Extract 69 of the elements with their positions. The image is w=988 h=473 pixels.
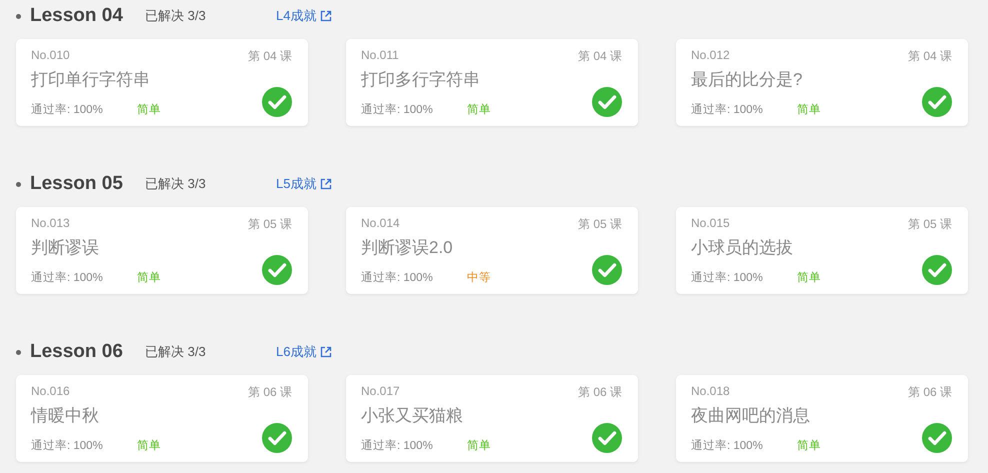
difficulty-tag: 简单	[797, 438, 821, 452]
difficulty-tag: 简单	[467, 102, 491, 116]
problem-number: No.011	[361, 48, 399, 64]
problem-number: No.014	[361, 216, 400, 232]
lesson-title: Lesson 05	[30, 173, 124, 195]
external-link-icon	[320, 178, 332, 190]
problem-title: 最后的比分是?	[691, 69, 804, 91]
problem-number: No.013	[31, 216, 70, 232]
lesson-label: 第 04 课	[908, 48, 952, 65]
problem-card[interactable]: No.011 第 04 课 打印多行字符串 通过率: 100% 简单	[346, 39, 638, 126]
problem-title: 小球员的选拔	[691, 237, 794, 259]
difficulty-tag: 简单	[797, 102, 821, 116]
achievement-link[interactable]: L6成就	[276, 343, 332, 361]
lesson-label: 第 06 课	[248, 384, 292, 401]
problem-card[interactable]: No.016 第 06 课 情暖中秋 通过率: 100% 简单	[16, 375, 308, 462]
solved-count: 已解决 3/3	[145, 175, 207, 193]
external-link-icon	[320, 346, 332, 358]
problem-number: No.018	[691, 384, 730, 400]
lesson-label: 第 06 课	[578, 384, 622, 401]
problem-card[interactable]: No.013 第 05 课 判断谬误 通过率: 100% 简单	[16, 207, 308, 294]
pass-rate: 通过率: 100%	[691, 438, 764, 452]
pass-rate: 通过率: 100%	[31, 438, 104, 452]
problem-card[interactable]: No.012 第 04 课 最后的比分是? 通过率: 100% 简单	[676, 39, 968, 126]
problem-title: 打印单行字符串	[31, 69, 151, 91]
problem-card[interactable]: No.018 第 06 课 夜曲网吧的消息 通过率: 100% 简单	[676, 375, 968, 462]
solved-count: 已解决 3/3	[145, 343, 207, 361]
lesson-label: 第 06 课	[908, 384, 952, 401]
pass-rate: 通过率: 100%	[691, 270, 764, 284]
problem-number: No.010	[31, 48, 70, 64]
problem-card[interactable]: No.014 第 05 课 判断谬误2.0 通过率: 100% 中等	[346, 207, 638, 294]
problem-number: No.015	[691, 216, 730, 232]
difficulty-tag: 简单	[467, 438, 491, 452]
lesson-label: 第 04 课	[578, 48, 622, 65]
problem-card[interactable]: No.010 第 04 课 打印单行字符串 通过率: 100% 简单	[16, 39, 308, 126]
pass-rate: 通过率: 100%	[361, 438, 434, 452]
lesson-label: 第 04 课	[248, 48, 292, 65]
problem-title: 打印多行字符串	[361, 69, 481, 91]
problem-card[interactable]: No.017 第 06 课 小张又买猫粮 通过率: 100% 简单	[346, 375, 638, 462]
problem-number: No.012	[691, 48, 730, 64]
pass-rate: 通过率: 100%	[31, 102, 104, 116]
bullet-dot	[16, 14, 21, 18]
difficulty-tag: 简单	[137, 270, 161, 284]
pass-rate: 通过率: 100%	[361, 270, 434, 284]
problem-number: No.016	[31, 384, 70, 400]
problem-title: 判断谬误	[31, 237, 100, 259]
problem-card[interactable]: No.015 第 05 课 小球员的选拔 通过率: 100% 简单	[676, 207, 968, 294]
lesson-label: 第 05 课	[908, 216, 952, 233]
difficulty-tag: 简单	[137, 438, 161, 452]
problem-title: 夜曲网吧的消息	[691, 405, 811, 427]
pass-rate: 通过率: 100%	[691, 102, 764, 116]
lesson-title: Lesson 04	[30, 5, 124, 27]
pass-rate: 通过率: 100%	[361, 102, 434, 116]
achievement-link[interactable]: L4成就	[276, 7, 332, 25]
problem-title: 判断谬误2.0	[361, 237, 454, 259]
difficulty-tag: 简单	[797, 270, 821, 284]
achievement-link[interactable]: L5成就	[276, 175, 332, 193]
difficulty-tag: 简单	[137, 102, 161, 116]
bullet-dot	[16, 182, 21, 186]
pass-rate: 通过率: 100%	[31, 270, 104, 284]
solved-count: 已解决 3/3	[145, 7, 207, 25]
lesson-title: Lesson 06	[30, 341, 124, 363]
problem-title: 情暖中秋	[31, 405, 100, 427]
lesson-label: 第 05 课	[578, 216, 622, 233]
problem-number: No.017	[361, 384, 400, 400]
lesson-label: 第 05 课	[248, 216, 292, 233]
external-link-icon	[320, 10, 332, 22]
bullet-dot	[16, 350, 21, 354]
difficulty-tag: 中等	[467, 270, 491, 284]
problem-title: 小张又买猫粮	[361, 405, 464, 427]
